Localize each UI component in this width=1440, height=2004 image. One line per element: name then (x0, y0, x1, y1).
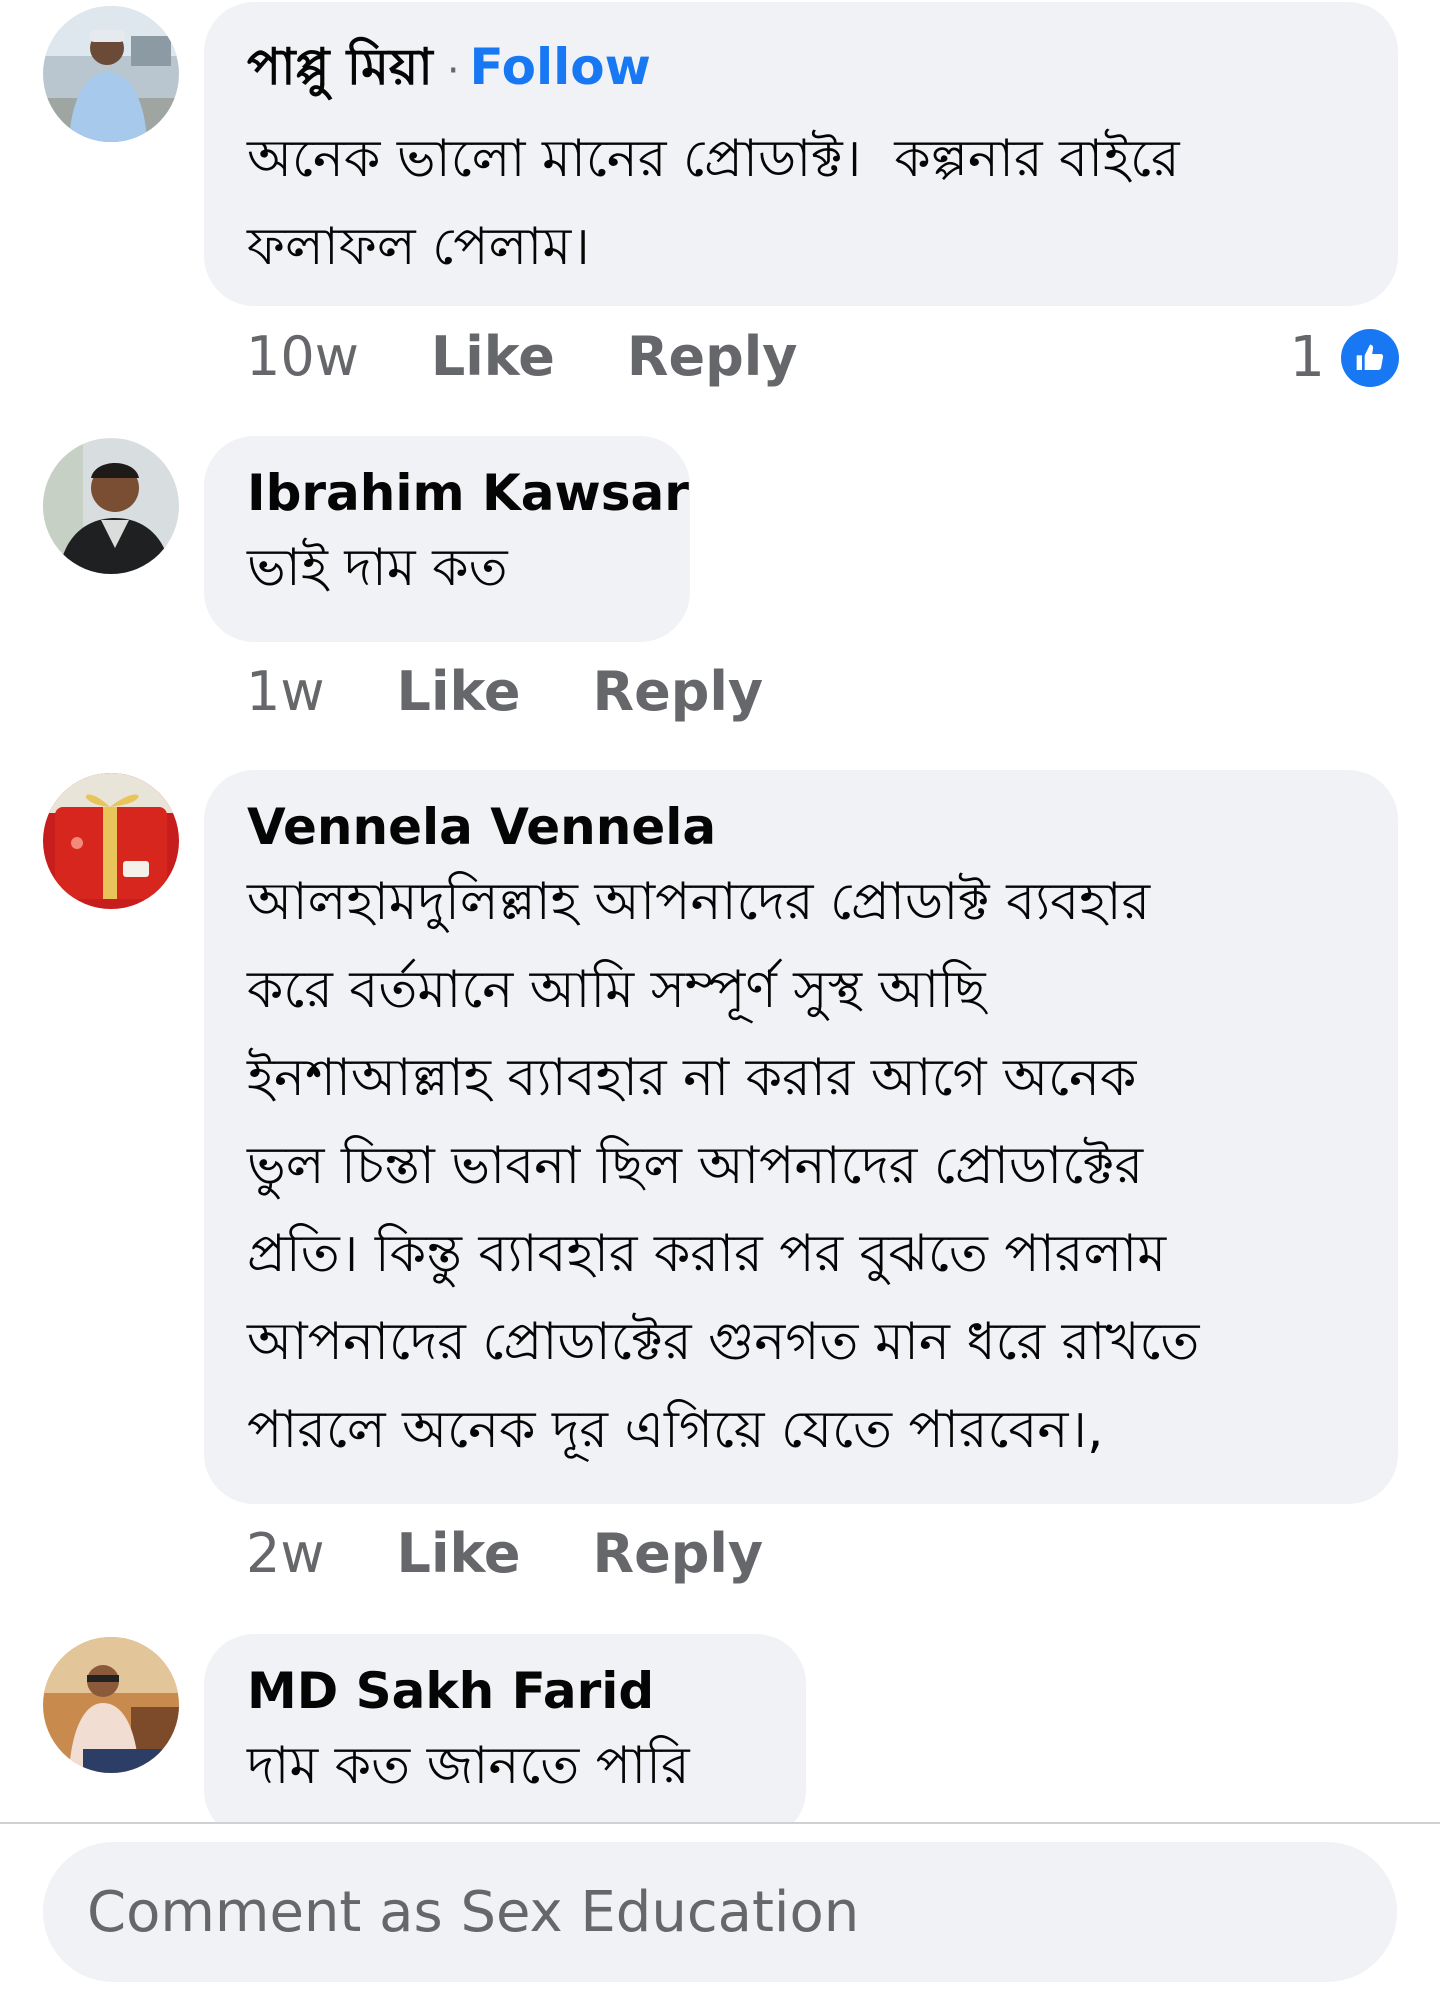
gift-photo-icon (43, 773, 179, 909)
like-button[interactable]: Like (431, 325, 555, 388)
comment-line: ফলাফল পেলাম। (247, 217, 590, 277)
comment-bubble: পাপ্পু মিয়া · Follow অনেক ভালো মানের প্… (204, 2, 1398, 306)
comment-line: আপনাদের প্রোডাক্টের গুনগত মান ধরে রাখতে (247, 1312, 1200, 1372)
comment-author[interactable]: Ibrahim Kawsar (247, 464, 689, 522)
comment-actions: 2w Like Reply (246, 1522, 835, 1585)
comment-bubble: MD Sakh Farid দাম কত জানতে পারি (204, 1634, 806, 1840)
avatar[interactable] (43, 1637, 179, 1773)
reply-button[interactable]: Reply (593, 660, 764, 723)
person-photo-icon (43, 1637, 179, 1773)
person-photo-icon (43, 6, 179, 142)
separator-dot: · (446, 48, 460, 94)
comment-line: অনেক ভালো মানের প্রোডাক্ট। কল্পনার বাইরে (247, 129, 1180, 189)
comment-composer (0, 1824, 1440, 2004)
reply-button[interactable]: Reply (593, 1522, 764, 1585)
comment-line: আলহামদুলিল্লাহ আপনাদের প্রোডাক্ট ব্যবহার (247, 872, 1151, 932)
avatar[interactable] (43, 6, 179, 142)
comment-line: দাম কত জানতে পারি (247, 1736, 690, 1796)
comment-bubble: Vennela Vennela আলহামদুলিল্লাহ আপনাদের প… (204, 770, 1398, 1504)
thumbs-up-icon (1341, 328, 1399, 387)
comment-actions: 1w Like Reply (246, 660, 835, 723)
comment-author[interactable]: পাপ্পু মিয়া (247, 30, 433, 113)
comment-bubble: Ibrahim Kawsar ভাই দাম কত (204, 436, 690, 642)
comment-author[interactable]: Vennela Vennela (247, 798, 716, 856)
comment-input[interactable] (85, 1878, 1397, 1946)
like-button[interactable]: Like (397, 660, 521, 723)
comment-author[interactable]: MD Sakh Farid (247, 1662, 654, 1720)
comment-text: দাম কত জানতে পারি (247, 1722, 762, 1810)
reaction-summary[interactable]: 1 (1289, 325, 1399, 390)
comment-timestamp[interactable]: 10w (246, 325, 359, 388)
follow-button[interactable]: Follow (470, 38, 651, 96)
comment-timestamp[interactable]: 2w (246, 1522, 325, 1585)
comment-input-pill[interactable] (43, 1842, 1397, 1982)
comment-line: করে বর্তমানে আমি সম্পূর্ণ সুস্থ আছি (247, 960, 986, 1020)
comment-line: ইনশাআল্লাহ ব্যাবহার না করার আগে অনেক (247, 1048, 1137, 1108)
person-photo-icon (43, 438, 179, 574)
comment-text: আলহামদুলিল্লাহ আপনাদের প্রোডাক্ট ব্যবহার… (247, 858, 1354, 1474)
comment-text: অনেক ভালো মানের প্রোডাক্ট। কল্পনার বাইরে… (247, 115, 1354, 291)
comment-timestamp[interactable]: 1w (246, 660, 325, 723)
reaction-count: 1 (1289, 325, 1325, 390)
comment-text: ভাই দাম কত (247, 524, 646, 612)
comment-line: পারলে অনেক দূর এগিয়ে যেতে পারবেন।, (247, 1400, 1104, 1460)
like-button[interactable]: Like (397, 1522, 521, 1585)
avatar[interactable] (43, 438, 179, 574)
comment-line: প্রতি। কিন্তু ব্যাবহার করার পর বুঝতে পার… (247, 1224, 1167, 1284)
comment-line: ভুল চিন্তা ভাবনা ছিল আপনাদের প্রোডাক্টের (247, 1136, 1144, 1196)
avatar[interactable] (43, 773, 179, 909)
comment-line: ভাই দাম কত (247, 538, 508, 598)
comment-actions: 10w Like Reply (246, 325, 869, 388)
reply-button[interactable]: Reply (627, 325, 798, 388)
